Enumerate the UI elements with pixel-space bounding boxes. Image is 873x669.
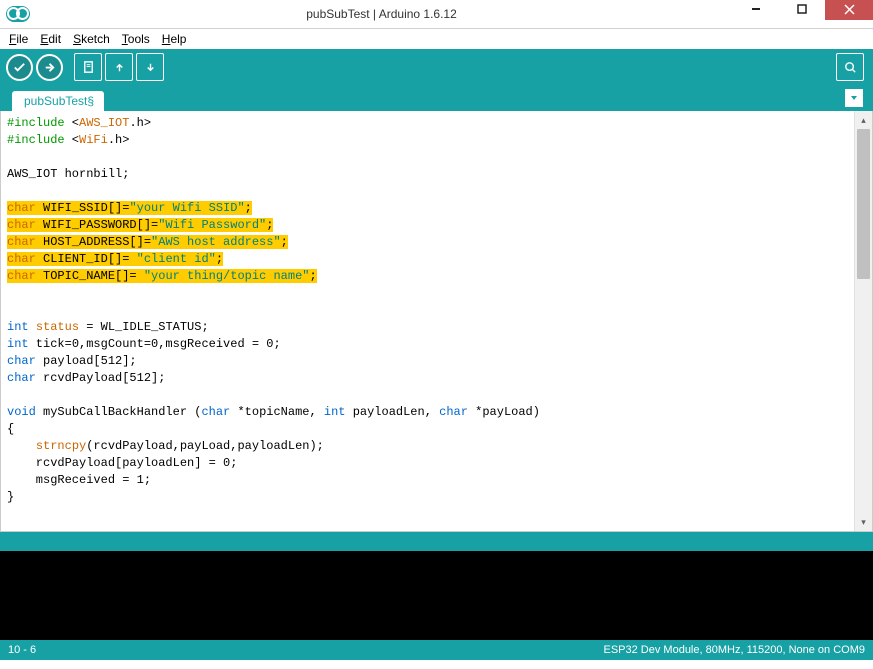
console[interactable] xyxy=(0,551,873,640)
tab-pubsubtest[interactable]: pubSubTest§ xyxy=(12,91,104,111)
status-strip xyxy=(0,532,873,551)
arduino-logo-icon xyxy=(6,6,30,22)
window-title: pubSubTest | Arduino 1.6.12 xyxy=(30,7,733,21)
menu-help[interactable]: Help xyxy=(157,31,192,47)
new-button[interactable] xyxy=(74,53,102,81)
save-button[interactable] xyxy=(136,53,164,81)
vertical-scrollbar[interactable]: ▴ ▾ xyxy=(854,111,872,531)
menu-edit[interactable]: Edit xyxy=(35,31,66,47)
serial-monitor-button[interactable] xyxy=(836,53,864,81)
toolbar xyxy=(0,49,873,85)
close-button[interactable] xyxy=(825,0,873,20)
board-info: ESP32 Dev Module, 80MHz, 115200, None on… xyxy=(604,644,866,656)
upload-button[interactable] xyxy=(36,54,63,81)
menu-file[interactable]: File xyxy=(4,31,33,47)
menubar: File Edit Sketch Tools Help xyxy=(0,29,873,49)
verify-button[interactable] xyxy=(6,54,33,81)
menu-sketch[interactable]: Sketch xyxy=(68,31,115,47)
menu-tools[interactable]: Tools xyxy=(117,31,155,47)
footer: 10 - 6 ESP32 Dev Module, 80MHz, 115200, … xyxy=(0,640,873,660)
scroll-down-icon[interactable]: ▾ xyxy=(855,513,872,531)
open-button[interactable] xyxy=(105,53,133,81)
maximize-button[interactable] xyxy=(779,0,825,20)
titlebar: pubSubTest | Arduino 1.6.12 xyxy=(0,0,873,29)
scroll-thumb[interactable] xyxy=(857,129,870,279)
tab-bar: pubSubTest§ xyxy=(0,85,873,111)
tab-menu-button[interactable] xyxy=(845,89,863,107)
minimize-button[interactable] xyxy=(733,0,779,20)
cursor-position: 10 - 6 xyxy=(8,644,36,656)
editor-area: #include <AWS_IOT.h> #include <WiFi.h> A… xyxy=(0,111,873,532)
scroll-up-icon[interactable]: ▴ xyxy=(855,111,872,129)
code-editor[interactable]: #include <AWS_IOT.h> #include <WiFi.h> A… xyxy=(1,111,854,531)
window-buttons xyxy=(733,0,873,28)
